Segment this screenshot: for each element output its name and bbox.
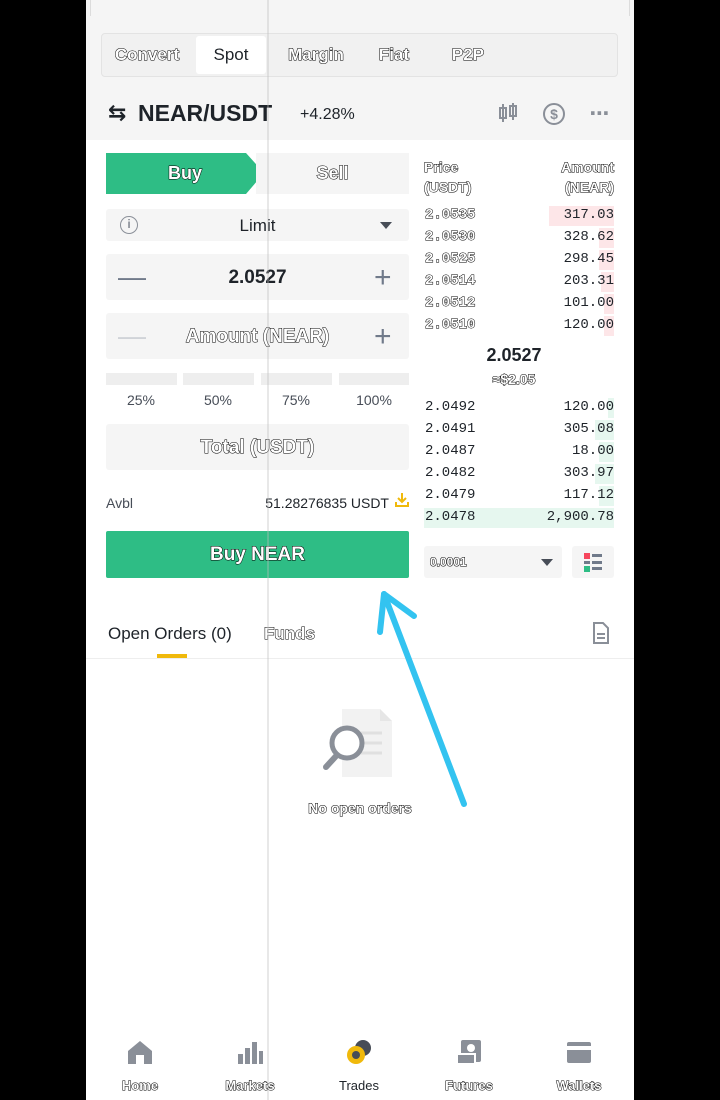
annotation-arrow xyxy=(377,591,467,807)
